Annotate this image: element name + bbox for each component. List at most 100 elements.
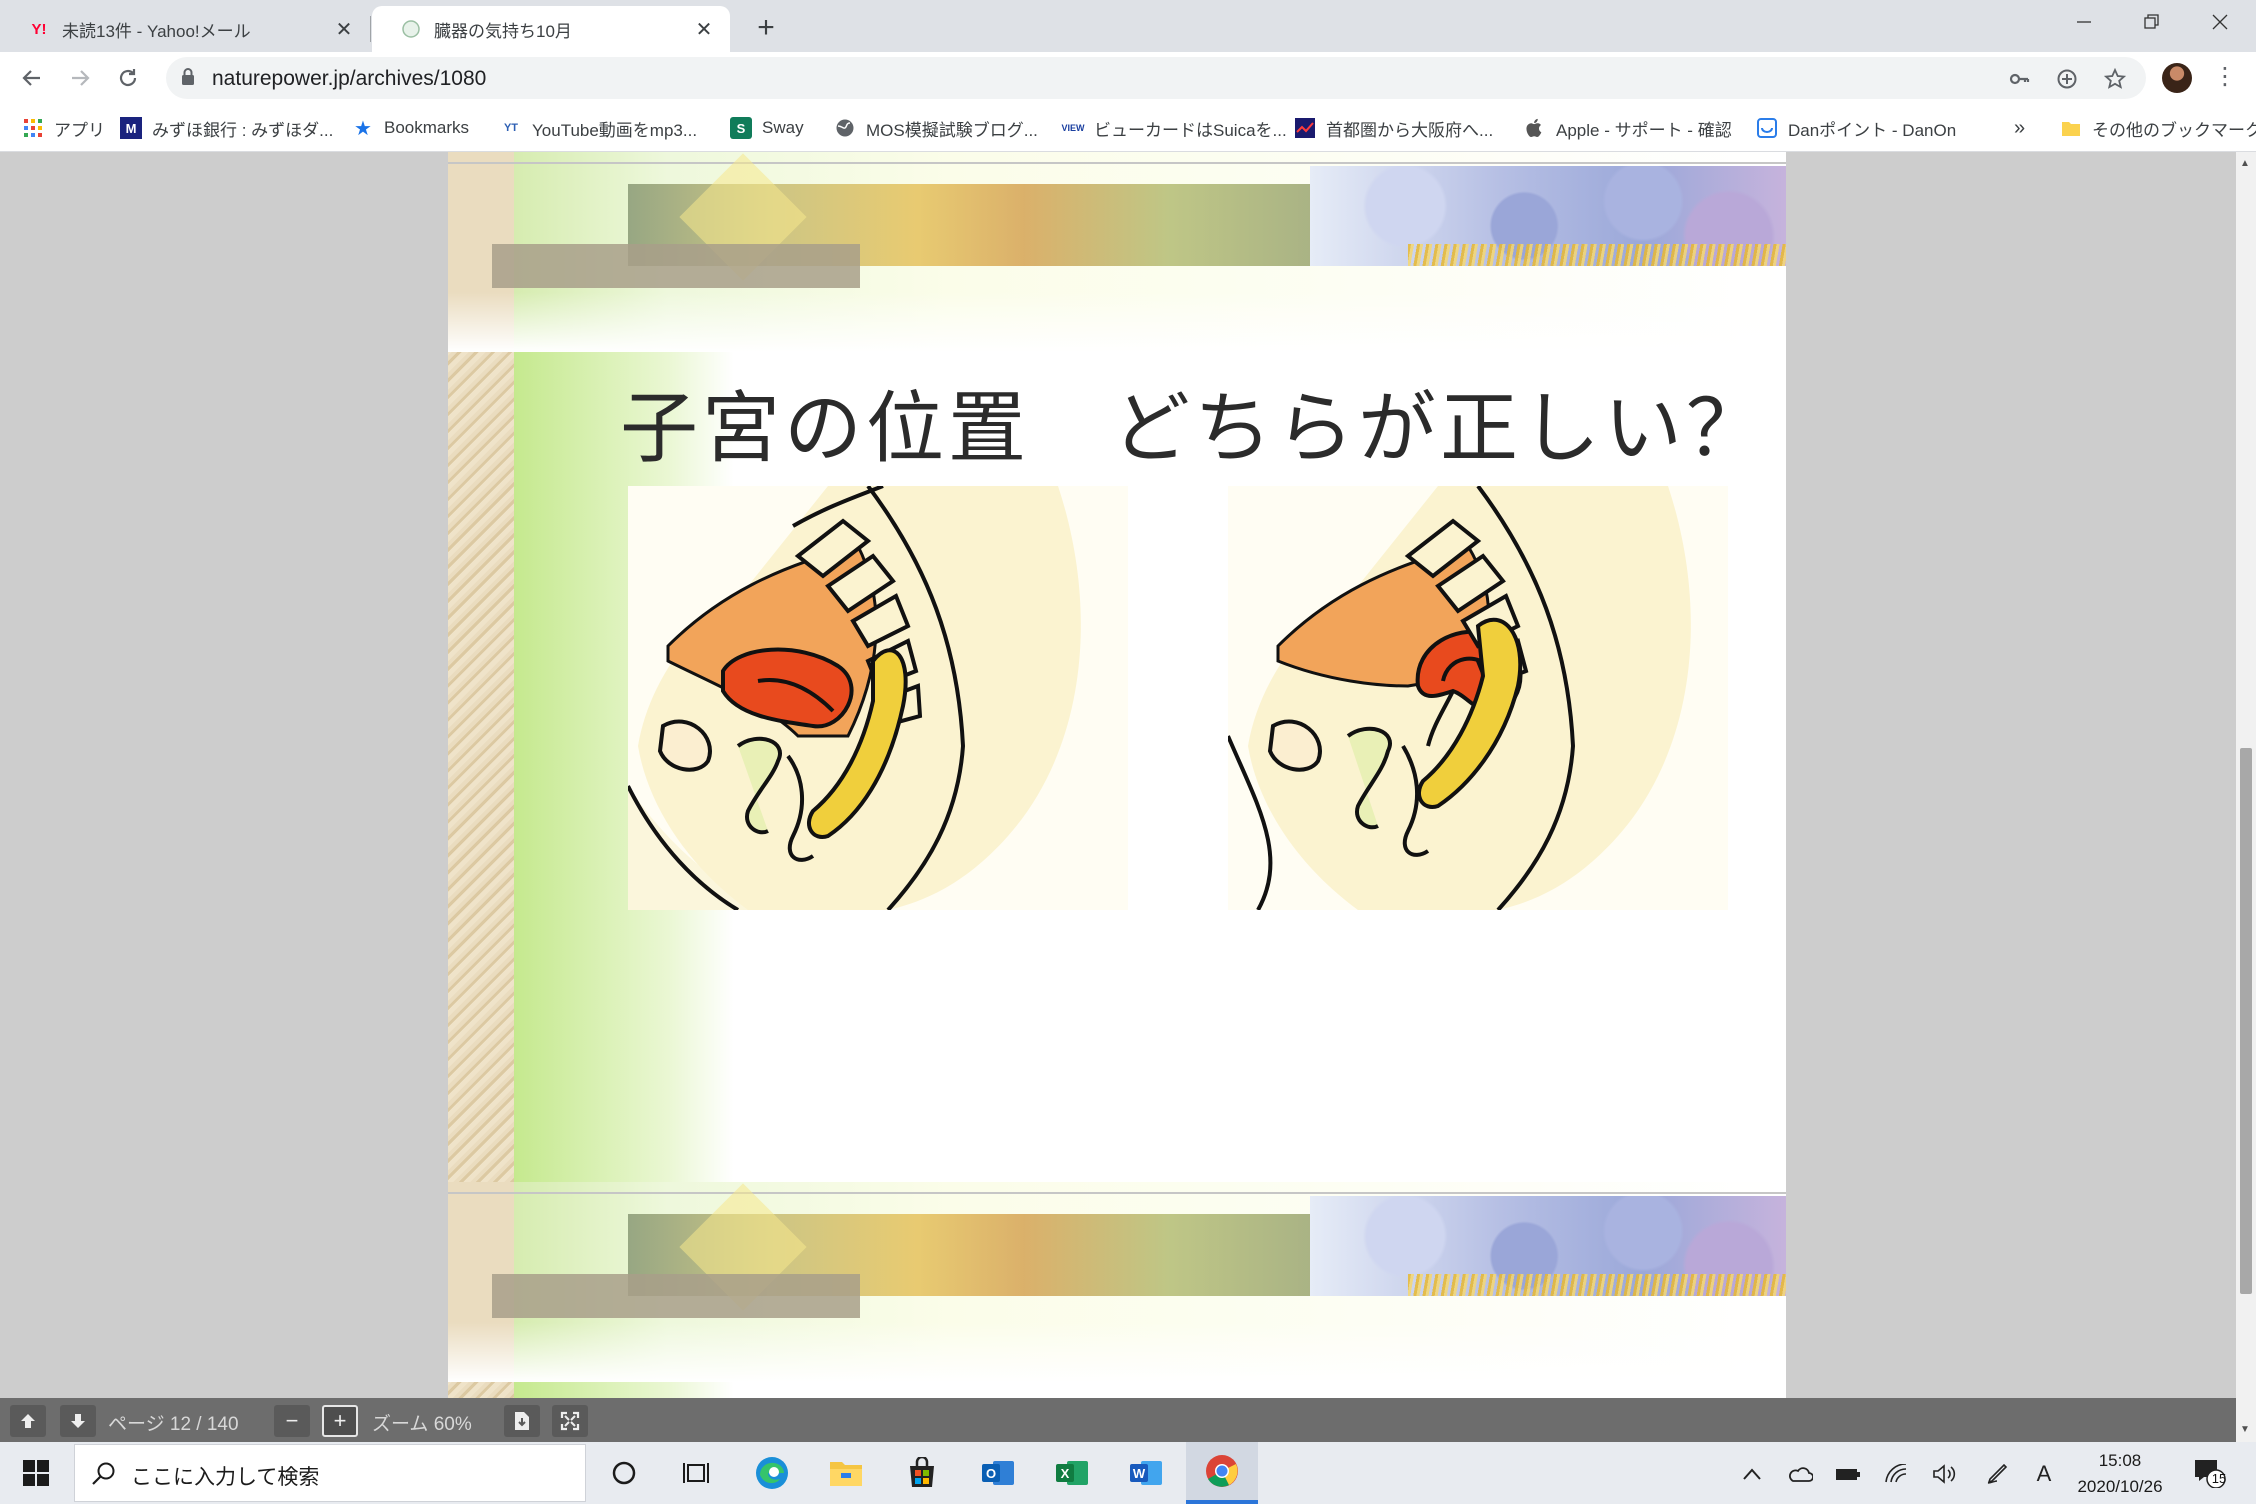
slide-title: 子宮の位置 どちらが正しい？ (620, 384, 1769, 474)
restore-window-icon[interactable] (2118, 0, 2186, 44)
folder-icon (2060, 117, 2082, 139)
slide-top-line (448, 1192, 1786, 1194)
new-tab-button[interactable]: + (748, 10, 784, 46)
scroll-up-icon[interactable]: ▲ (2240, 158, 2250, 169)
globe-icon (834, 117, 856, 139)
bookmark-apps[interactable]: アプリ (22, 114, 105, 142)
pelvis-illustration-right (1226, 484, 1728, 912)
file-explorer-icon[interactable] (810, 1442, 882, 1504)
bookmark-label: Apple - サポート - 確認 (1556, 120, 1732, 140)
battery-icon[interactable] (1834, 1460, 1862, 1488)
minimize-window-icon[interactable] (2050, 0, 2118, 44)
notification-center-button[interactable]: 15 (2192, 1456, 2232, 1492)
address-bar[interactable]: naturepower.jp/archives/1080 (166, 57, 2146, 99)
other-bookmarks-folder[interactable]: その他のブックマーク (2060, 114, 2256, 142)
bookmark-osaka[interactable]: 首都圏から大阪府へ... (1294, 114, 1493, 142)
apple-icon (1524, 117, 1546, 139)
show-hidden-icons-icon[interactable] (1738, 1460, 1766, 1488)
chevron-double-icon: » (2014, 116, 2026, 139)
back-button[interactable] (14, 60, 50, 96)
tab-yahoo-mail[interactable]: Y! 未読13件 - Yahoo!メール ✕ (0, 6, 370, 52)
bookmark-label: YouTube動画をmp3... (532, 120, 698, 140)
wifi-icon[interactable] (1882, 1460, 1910, 1488)
mizuho-icon: M (120, 117, 142, 139)
bookmark-label: アプリ (54, 120, 105, 140)
windows-taskbar: ここに入力して検索 O X W A 15:08 2020/10/26 15 (0, 1442, 2256, 1504)
edge-taskbar-icon[interactable] (736, 1442, 808, 1504)
task-view-button[interactable] (660, 1442, 732, 1504)
previous-page-button[interactable] (10, 1405, 46, 1437)
bookmark-bookmarks[interactable]: ★ Bookmarks (352, 114, 469, 142)
bookmark-star-icon[interactable] (2102, 66, 2128, 92)
zoom-in-button[interactable]: + (322, 1405, 358, 1437)
danon-icon (1756, 117, 1778, 139)
bookmark-label: その他のブックマーク (2092, 120, 2256, 140)
volume-icon[interactable] (1930, 1460, 1958, 1488)
pdf-control-bar: ページ 12 / 140 − + ズーム 60% (0, 1398, 2236, 1442)
fullscreen-button[interactable] (552, 1405, 588, 1437)
bookmark-mizuho[interactable]: M みずほ銀行 : みずほダ... (120, 114, 333, 142)
tab-separator (370, 16, 371, 42)
yahoo-favicon-icon: Y! (31, 20, 47, 38)
profile-avatar[interactable] (2162, 63, 2192, 93)
scrollbar-thumb[interactable] (2240, 748, 2252, 1294)
download-button[interactable] (504, 1405, 540, 1437)
close-window-icon[interactable] (2186, 0, 2254, 44)
bookmark-label: 首都圏から大阪府へ... (1326, 120, 1494, 140)
taskbar-search-box[interactable]: ここに入力して検索 (74, 1444, 586, 1502)
sway-icon: S (730, 117, 752, 139)
chart-icon (1294, 117, 1316, 139)
key-icon[interactable] (2006, 66, 2032, 92)
bookmark-label: Danポイント - DanOn (1788, 120, 1957, 140)
tab-title: 未読13件 - Yahoo!メール (62, 21, 251, 41)
pdf-viewer[interactable]: 子宮の位置 どちらが正しい？ (0, 152, 2256, 1442)
next-page-button[interactable] (60, 1405, 96, 1437)
chrome-menu-icon[interactable]: ⋮ (2210, 62, 2240, 94)
tab-active-page[interactable]: 臓器の気持ち10月 ✕ (372, 6, 730, 52)
url-text[interactable]: naturepower.jp/archives/1080 (212, 67, 486, 91)
excel-icon[interactable]: X (1036, 1442, 1108, 1504)
outlook-icon[interactable]: O (962, 1442, 1034, 1504)
svg-text:W: W (1133, 1466, 1146, 1481)
bookmark-label: みずほ銀行 : みずほダ... (152, 120, 334, 140)
close-tab-icon[interactable]: ✕ (330, 15, 358, 43)
search-icon (91, 1461, 117, 1492)
zoom-out-button[interactable]: − (274, 1405, 310, 1437)
onedrive-icon[interactable] (1786, 1460, 1814, 1488)
reload-button[interactable] (110, 60, 146, 96)
bookmark-label: MOS模擬試験ブログ... (866, 120, 1038, 140)
cortana-button[interactable] (588, 1442, 660, 1504)
pen-icon[interactable] (1984, 1460, 2012, 1488)
word-icon[interactable]: W (1110, 1442, 1182, 1504)
pelvis-illustration-left (626, 484, 1128, 912)
lock-icon[interactable] (180, 67, 196, 92)
grain-decoration (1408, 244, 1786, 266)
close-tab-icon[interactable]: ✕ (690, 15, 718, 43)
scroll-down-icon[interactable]: ▼ (2240, 1424, 2250, 1435)
page-favicon-icon (400, 18, 422, 40)
system-clock[interactable]: 15:08 2020/10/26 (2060, 1448, 2180, 1500)
apps-grid-icon (22, 117, 44, 139)
search-placeholder: ここに入力して検索 (131, 1466, 320, 1489)
notification-count: 15 (2211, 1471, 2227, 1486)
ime-indicator[interactable]: A (2030, 1460, 2058, 1488)
bookmark-mos[interactable]: MOS模擬試験ブログ... (834, 114, 1038, 142)
start-button[interactable] (0, 1442, 72, 1504)
browser-toolbar: naturepower.jp/archives/1080 ⋮ (0, 52, 2256, 104)
bookmark-apple[interactable]: Apple - サポート - 確認 (1524, 114, 1732, 142)
bookmarks-bar: アプリ M みずほ銀行 : みずほダ... ★ Bookmarks YT You… (0, 104, 2256, 152)
zoom-indicator: ズーム 60% (372, 1414, 472, 1435)
bookmark-danon[interactable]: Danポイント - DanOn (1756, 114, 1956, 142)
vertical-scrollbar[interactable]: ▲ ▼ (2236, 152, 2256, 1442)
bookmark-viewcard[interactable]: VIEW ビューカードはSuicaを... (1062, 114, 1287, 142)
bookmark-youtube-mp3[interactable]: YT YouTube動画をmp3... (500, 114, 697, 142)
forward-button[interactable] (62, 60, 98, 96)
microsoft-store-icon[interactable] (886, 1442, 958, 1504)
tab-title: 臓器の気持ち10月 (434, 21, 572, 41)
bookmarks-overflow-button[interactable]: » (2014, 114, 2025, 142)
svg-text:X: X (1061, 1466, 1070, 1481)
chrome-taskbar-icon[interactable] (1186, 1442, 1258, 1504)
slide-top-line (448, 162, 1786, 164)
bookmark-sway[interactable]: S Sway (730, 114, 804, 142)
add-to-reading-list-icon[interactable] (2054, 66, 2080, 92)
